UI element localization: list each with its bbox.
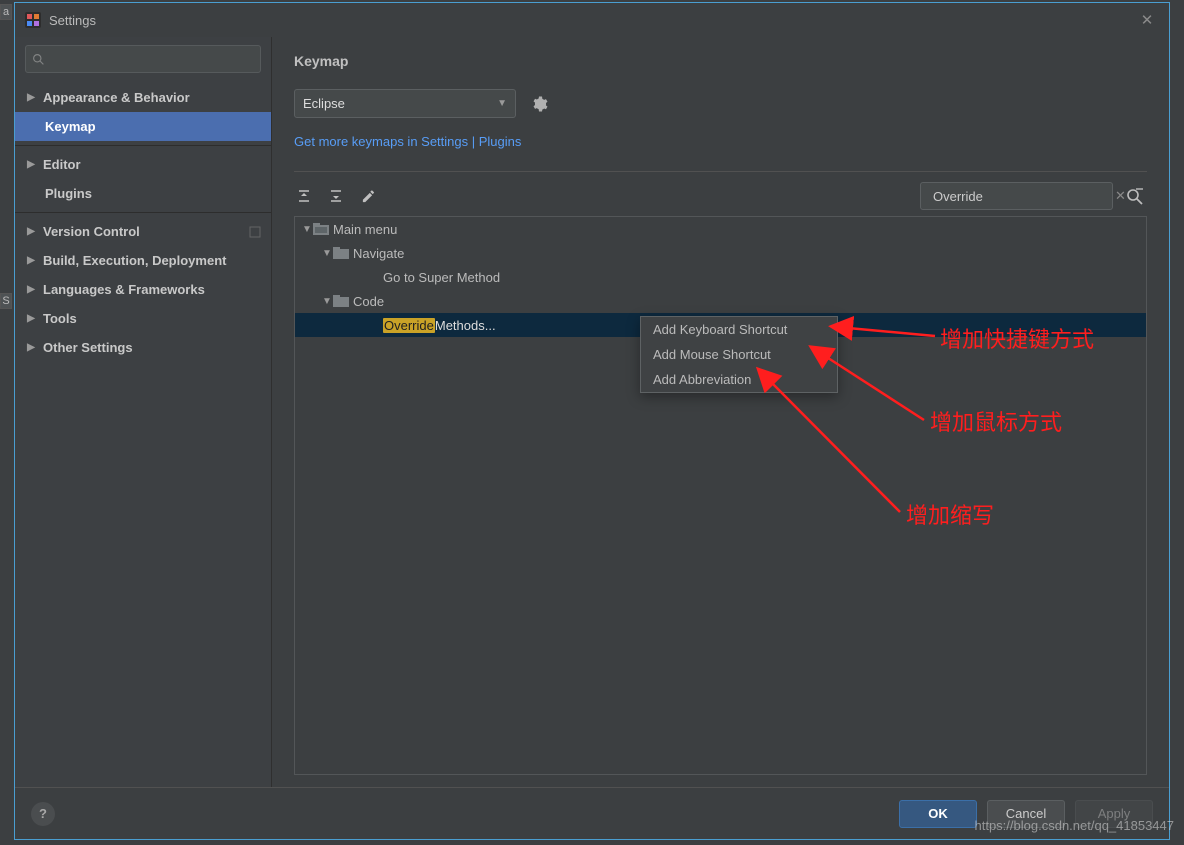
more-keymaps-link[interactable]: Get more keymaps in Settings | Plugins xyxy=(294,134,1147,149)
action-search[interactable]: ✕ xyxy=(920,182,1113,210)
keymap-scheme-dropdown[interactable]: Eclipse ▼ xyxy=(294,89,516,118)
expand-all-icon[interactable] xyxy=(294,186,314,206)
collapse-all-icon[interactable] xyxy=(326,186,346,206)
chevron-right-icon: ▶ xyxy=(25,255,37,266)
sidebar: ▶Appearance & Behavior Keymap ▶Editor Pl… xyxy=(15,37,272,787)
tree-node-code[interactable]: ▼ Code xyxy=(295,289,1146,313)
tree-node-main-menu[interactable]: ▼ Main menu xyxy=(295,217,1146,241)
chevron-right-icon: ▶ xyxy=(25,159,37,170)
window-title: Settings xyxy=(49,13,1127,28)
folder-icon xyxy=(333,246,349,260)
find-action-by-shortcut-icon[interactable] xyxy=(1125,187,1147,205)
page-title: Keymap xyxy=(294,53,1147,69)
sidebar-item-version-control[interactable]: ▶Version Control xyxy=(15,217,271,246)
dialog-footer: ? OK Cancel Apply xyxy=(15,787,1169,839)
chevron-down-icon: ▼ xyxy=(321,296,333,307)
close-icon[interactable]: ✕ xyxy=(1135,11,1159,29)
titlebar: Settings ✕ xyxy=(15,3,1169,37)
tree-node-navigate[interactable]: ▼ Navigate xyxy=(295,241,1146,265)
chevron-right-icon: ▶ xyxy=(25,92,37,103)
chevron-right-icon: ▶ xyxy=(25,313,37,324)
chevron-right-icon: ▶ xyxy=(25,342,37,353)
tree-leaf-go-to-super-method[interactable]: Go to Super Method xyxy=(295,265,1146,289)
sidebar-search[interactable] xyxy=(25,45,261,73)
sidebar-item-plugins[interactable]: Plugins xyxy=(15,179,271,208)
cancel-button[interactable]: Cancel xyxy=(987,800,1065,828)
sidebar-item-tools[interactable]: ▶Tools xyxy=(15,304,271,333)
search-highlight: Override xyxy=(383,318,435,333)
sidebar-tree: ▶Appearance & Behavior Keymap ▶Editor Pl… xyxy=(15,83,271,787)
keymap-actions-tree: ▼ Main menu ▼ Navigate Go to Super Metho… xyxy=(294,216,1147,775)
help-icon[interactable]: ? xyxy=(31,802,55,826)
action-search-input[interactable] xyxy=(933,189,1109,204)
apply-button[interactable]: Apply xyxy=(1075,800,1153,828)
settings-dialog: Settings ✕ ▶Appearance & Behavior Keymap… xyxy=(14,2,1170,840)
sidebar-search-input[interactable] xyxy=(51,52,254,67)
chevron-down-icon: ▼ xyxy=(301,224,313,235)
scope-icon xyxy=(249,226,261,238)
context-menu: Add Keyboard Shortcut Add Mouse Shortcut… xyxy=(640,316,838,393)
sidebar-item-editor[interactable]: ▶Editor xyxy=(15,150,271,179)
chevron-right-icon: ▶ xyxy=(25,226,37,237)
menu-add-keyboard-shortcut[interactable]: Add Keyboard Shortcut xyxy=(641,317,837,342)
sidebar-item-languages[interactable]: ▶Languages & Frameworks xyxy=(15,275,271,304)
ok-button[interactable]: OK xyxy=(899,800,977,828)
chevron-right-icon: ▶ xyxy=(25,284,37,295)
main-panel: Keymap Eclipse ▼ Get more keymaps in Set… xyxy=(272,37,1169,787)
folder-icon xyxy=(313,222,329,236)
sidebar-item-keymap[interactable]: Keymap xyxy=(15,112,271,141)
chevron-down-icon: ▼ xyxy=(321,248,333,259)
sidebar-item-other-settings[interactable]: ▶Other Settings xyxy=(15,333,271,362)
sidebar-item-build[interactable]: ▶Build, Execution, Deployment xyxy=(15,246,271,275)
edit-icon[interactable] xyxy=(358,186,378,206)
chevron-down-icon: ▼ xyxy=(497,98,507,109)
search-icon xyxy=(32,53,45,66)
menu-add-mouse-shortcut[interactable]: Add Mouse Shortcut xyxy=(641,342,837,367)
folder-icon xyxy=(333,294,349,308)
app-icon xyxy=(25,12,41,28)
keymap-toolbar: ✕ xyxy=(294,182,1147,210)
menu-add-abbreviation[interactable]: Add Abbreviation xyxy=(641,367,837,392)
gear-icon[interactable] xyxy=(530,95,548,113)
dropdown-value: Eclipse xyxy=(303,96,345,111)
sidebar-item-appearance[interactable]: ▶Appearance & Behavior xyxy=(15,83,271,112)
